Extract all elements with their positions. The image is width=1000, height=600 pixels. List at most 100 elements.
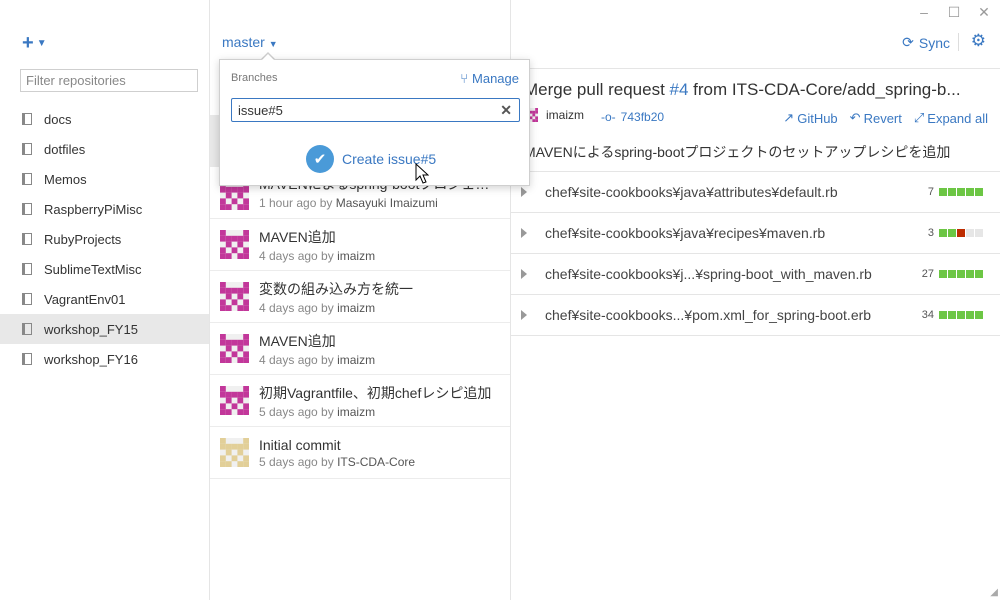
expand-triangle-icon[interactable] xyxy=(521,187,527,197)
changed-file-row[interactable]: chef¥site-cookbooks¥java¥recipes¥maven.r… xyxy=(511,213,1000,254)
commit-text: 初期Vagrantfile、初期chefレシピ追加 5 days ago by i… xyxy=(259,383,499,419)
diff-block xyxy=(948,311,956,319)
diff-block xyxy=(975,188,983,196)
revert-icon: ↶ xyxy=(849,110,861,125)
changed-file-row[interactable]: chef¥site-cookbooks¥java¥attributes¥defa… xyxy=(511,172,1000,213)
repository-item[interactable]: docs xyxy=(0,104,209,134)
repository-name: VagrantEnv01 xyxy=(44,291,126,307)
revert-button[interactable]: ↶ Revert xyxy=(850,110,902,126)
repository-item[interactable]: VagrantEnv01 xyxy=(0,284,209,314)
commit-title-rest: from ITS-CDA-Core/add_spring-b... xyxy=(688,80,961,99)
changed-file-row[interactable]: chef¥site-cookbooks...¥pom.xml_for_sprin… xyxy=(511,295,1000,336)
minimize-button[interactable]: – xyxy=(916,4,932,21)
branch-selector[interactable]: master ▼ xyxy=(222,34,278,50)
commit-row[interactable]: MAVEN追加 4 days ago by imaizm xyxy=(210,219,510,271)
commit-time: 1 hour ago by xyxy=(259,196,333,210)
commit-meta: 1 hour ago by Masayuki Imaizumi xyxy=(259,196,499,210)
repository-item[interactable]: SublimeTextMisc xyxy=(0,254,209,284)
change-count: 27 xyxy=(921,268,934,280)
repository-name: RaspberryPiMisc xyxy=(44,201,143,217)
toolbar-divider xyxy=(958,33,959,51)
commit-author-name: imaizm xyxy=(337,248,376,263)
repository-item[interactable]: RubyProjects xyxy=(0,224,209,254)
changed-file-row[interactable]: chef¥site-cookbooks¥j...¥spring-boot_wit… xyxy=(511,254,1000,295)
commit-title-text: Merge pull request xyxy=(524,80,670,99)
repo-icon xyxy=(22,323,32,335)
view-on-github-button[interactable]: ↗ GitHub xyxy=(783,110,837,126)
file-path: chef¥site-cookbooks¥java¥attributes¥defa… xyxy=(545,184,838,200)
repository-item[interactable]: Memos xyxy=(0,164,209,194)
clear-input-icon[interactable]: ✕ xyxy=(500,102,512,119)
expand-triangle-icon[interactable] xyxy=(521,269,527,279)
caret-down-icon: ▼ xyxy=(268,39,278,49)
diff-block xyxy=(957,188,965,196)
close-button[interactable]: ✕ xyxy=(976,4,992,21)
repository-item[interactable]: workshop_FY15 xyxy=(0,314,209,344)
commit-actions: ↗ GitHub ↶ Revert ⤢ Expand all xyxy=(783,110,988,126)
mouse-cursor-icon xyxy=(415,163,429,184)
repo-icon xyxy=(22,263,32,275)
commit-sha[interactable]: -o- 743fb20 xyxy=(601,110,664,124)
manage-branches-link[interactable]: ⑂ Manage xyxy=(460,71,519,86)
repository-item[interactable]: RaspberryPiMisc xyxy=(0,194,209,224)
repo-icon xyxy=(22,143,32,155)
branch-name-input[interactable] xyxy=(231,98,520,122)
repo-icon xyxy=(22,293,32,305)
commit-meta: 4 days ago by imaizm xyxy=(259,249,499,263)
commit-text: MAVEN追加 4 days ago by imaizm xyxy=(259,227,499,263)
sync-button[interactable]: ⟳ Sync xyxy=(902,34,950,51)
expand-triangle-icon[interactable] xyxy=(521,310,527,320)
diff-block xyxy=(966,270,974,278)
diff-bar xyxy=(939,270,983,278)
add-repository-button[interactable]: + ▼ xyxy=(22,32,47,55)
filter-repositories-input[interactable] xyxy=(20,69,198,92)
gear-icon[interactable]: ⚙ xyxy=(971,31,986,51)
expand-label: Expand all xyxy=(927,110,988,126)
expand-triangle-icon[interactable] xyxy=(521,228,527,238)
commit-summary: MAVEN追加 xyxy=(259,228,336,245)
repo-icon xyxy=(22,233,32,245)
revert-label: Revert xyxy=(863,110,902,126)
repo-icon xyxy=(22,353,32,365)
sync-label: Sync xyxy=(918,34,950,51)
file-path: chef¥site-cookbooks...¥pom.xml_for_sprin… xyxy=(545,307,872,323)
diff-bar xyxy=(939,311,983,319)
repository-name: RubyProjects xyxy=(44,231,122,247)
commit-description: MAVENによるspring-bootプロジェクトのセットアップレシピを追加 xyxy=(524,144,951,160)
branch-name: master xyxy=(222,34,265,50)
commit-icon: -o- xyxy=(601,110,616,124)
resize-grip-icon[interactable]: ◢ xyxy=(990,587,998,598)
changed-files-list: chef¥site-cookbooks¥java¥attributes¥defa… xyxy=(511,171,1000,336)
branch-popup: Branches ⑂ Manage ✕ ✔ Create issue#5 xyxy=(219,59,530,186)
repository-name: docs xyxy=(44,111,72,127)
commit-meta: 5 days ago by imaizm xyxy=(259,405,499,419)
commit-row[interactable]: Initial commit 5 days ago by ITS-CDA-Core xyxy=(210,427,510,479)
avatar xyxy=(220,386,249,415)
commit-time: 5 days ago by xyxy=(259,454,334,469)
window-controls: – ☐ ✕ xyxy=(916,4,992,21)
commit-summary: MAVEN追加 xyxy=(259,332,336,349)
repo-icon xyxy=(22,173,32,185)
commit-meta: 4 days ago by imaizm xyxy=(259,353,499,367)
repository-name: workshop_FY16 xyxy=(44,351,138,367)
popup-arrow-inner xyxy=(261,54,275,61)
maximize-button[interactable]: ☐ xyxy=(946,4,962,21)
branch-icon: ⑂ xyxy=(460,71,469,86)
avatar xyxy=(220,334,249,363)
commit-row[interactable]: 初期Vagrantfile、初期chefレシピ追加 5 days ago by i… xyxy=(210,375,510,427)
commit-list: MAVENによるspring-bootプロジェクトの...1 hour ago … xyxy=(210,167,510,479)
commit-author-name: ITS-CDA-Core xyxy=(337,454,416,469)
repository-item[interactable]: dotfiles xyxy=(0,134,209,164)
repository-item[interactable]: workshop_FY16 xyxy=(0,344,209,374)
change-count: 3 xyxy=(927,227,934,239)
commit-summary: Initial commit xyxy=(259,436,341,453)
commit-row[interactable]: MAVEN追加 4 days ago by imaizm xyxy=(210,323,510,375)
diff-block xyxy=(966,229,974,237)
pull-request-link[interactable]: #4 xyxy=(670,80,689,99)
diff-block xyxy=(957,229,965,237)
diff-block xyxy=(939,229,947,237)
expand-all-button[interactable]: ⤢ Expand all xyxy=(914,110,988,126)
commit-row[interactable]: 変数の組み込み方を統一 4 days ago by imaizm xyxy=(210,271,510,323)
diff-block xyxy=(975,311,983,319)
diff-stat: 34 xyxy=(922,309,983,321)
